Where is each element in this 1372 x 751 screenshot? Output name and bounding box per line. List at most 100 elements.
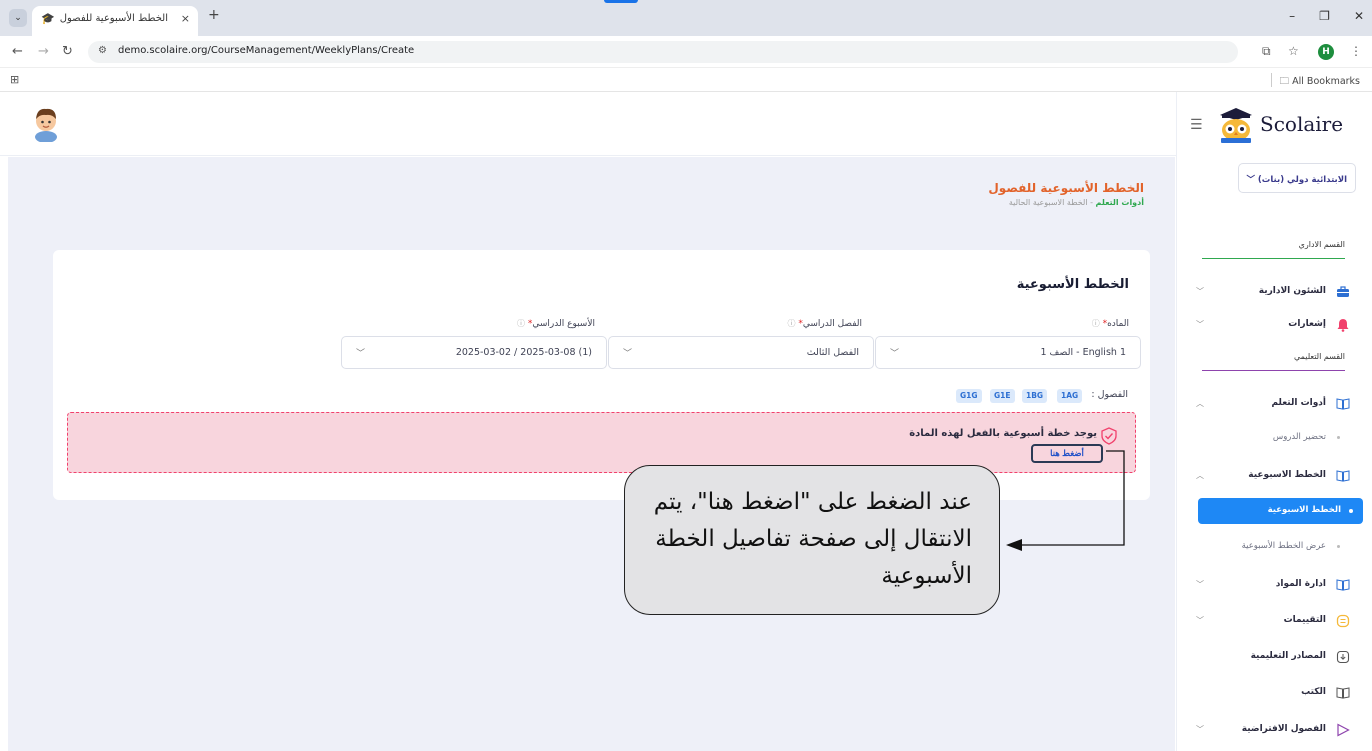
subject-label-text: الماده [1107, 319, 1129, 329]
sidebar-item-label: المصادر التعليمية [1250, 651, 1326, 661]
all-bookmarks-link[interactable]: 🗀 All Bookmarks [1280, 74, 1360, 90]
browser-tab[interactable]: 🎓 الخطط الأسبوعية للفصول × [32, 6, 198, 36]
bookmarks-bar: ⊞ 🗀 All Bookmarks [0, 68, 1372, 92]
page-title: الخطط الأسبوعية للفصول [988, 181, 1144, 195]
section-edu-rule [1202, 370, 1345, 371]
info-icon[interactable]: ⓘ [517, 319, 525, 328]
reload-icon[interactable]: ↻ [62, 44, 73, 59]
browser-menu-icon[interactable]: ⋮ [1350, 44, 1362, 58]
folder-icon: 🗀 [1279, 76, 1293, 87]
breadcrumb-current: الخطة الاسبوعية الحالية [1008, 198, 1088, 207]
breadcrumb-learning-tools[interactable]: أدوات التعلم [1096, 198, 1144, 207]
week-label: الأسبوع الدراسي* ⓘ [517, 318, 595, 329]
message-icon [1336, 614, 1350, 628]
scolaire-logo: Scolaire [1216, 108, 1356, 144]
click-here-link[interactable]: أضغط هنا [1031, 444, 1103, 463]
url-text: demo.scolaire.org/CourseManagement/Weekl… [118, 45, 415, 56]
sidebar-item-label: الخطط الاسبوعية [1248, 470, 1326, 480]
close-window-icon[interactable]: ✕ [1354, 9, 1364, 23]
browser-tabbar: ⌄ 🎓 الخطط الأسبوعية للفصول × + – ❐ ✕ [0, 0, 1372, 36]
back-icon[interactable]: ← [12, 44, 23, 59]
term-label: الفصل الدراسي* ⓘ [787, 318, 862, 329]
sidebar-subitem-weekly-plans-active[interactable]: الخطط الاسبوعية [1198, 498, 1363, 524]
chevron-down-icon: ﹀ [1196, 580, 1204, 589]
book-open-icon [1336, 398, 1350, 410]
bookmarks-separator [1271, 73, 1272, 87]
book-open-icon [1336, 579, 1350, 591]
bookmark-star-icon[interactable]: ☆ [1288, 44, 1299, 58]
class-chip: 1BG [1022, 389, 1048, 403]
sidebar-item-admin-affairs[interactable]: الشئون الادارية ﹀ [1190, 283, 1354, 303]
sidebar-item-virtual-classes[interactable]: الفصول الافتراضية ﹀ [1190, 721, 1354, 741]
existing-plan-alert [67, 412, 1136, 473]
sidebar-item-label: التقييمات [1283, 615, 1326, 625]
sidebar-item-learning-tools[interactable]: أدوات التعلم ︿ [1190, 395, 1354, 415]
sidebar-subitem-label: عرض الخطط الأسبوعية [1241, 541, 1326, 551]
sidebar-item-subjects-management[interactable]: ادارة المواد ﹀ [1190, 576, 1354, 596]
subject-select[interactable]: 1 English - الصف 1 ﹀ [875, 336, 1141, 369]
sidebar-item-label: الكتب [1301, 687, 1326, 697]
info-icon[interactable]: ⓘ [787, 319, 795, 328]
sidebar-item-notifications[interactable]: إشعارات ﹀ [1190, 316, 1354, 336]
chevron-down-icon: ﹀ [1196, 616, 1204, 625]
sidebar-item-label: الفصول الافتراضية [1241, 724, 1326, 734]
app-header [0, 92, 1176, 156]
term-select[interactable]: الفصل الثالث ﹀ [608, 336, 874, 369]
sidebar-toggle-icon[interactable]: ☰ [1190, 117, 1203, 133]
scolaire-favicon-icon: 🎓 [41, 12, 55, 25]
chevron-down-icon: ﹀ [1196, 287, 1204, 296]
class-chip: G1G [956, 389, 982, 403]
chevron-down-icon: ﹀ [623, 349, 633, 359]
logo-text: Scolaire [1260, 112, 1344, 136]
play-icon [1337, 723, 1350, 737]
card-title: الخطط الأسبوعية [1016, 277, 1129, 292]
chevron-down-icon: ﹀ [1246, 175, 1255, 185]
sidebar-item-assessments[interactable]: التقييمات ﹀ [1190, 612, 1354, 632]
week-label-text: الأسبوع الدراسي [532, 319, 595, 329]
new-tab-button[interactable]: + [208, 7, 220, 23]
url-bar[interactable]: ⚙ demo.scolaire.org/CourseManagement/Wee… [88, 41, 1238, 63]
translate-icon[interactable]: ⧉ [1262, 44, 1271, 59]
site-info-icon[interactable]: ⚙ [98, 45, 107, 56]
chevron-down-icon: ﹀ [890, 349, 900, 359]
sidebar-subitem-view-weekly-plans[interactable]: عرض الخطط الأسبوعية [1190, 539, 1354, 557]
download-box-icon [1336, 650, 1350, 664]
forward-icon[interactable]: → [38, 44, 49, 59]
user-avatar[interactable] [32, 104, 60, 142]
sidebar-item-books[interactable]: الكتب [1190, 684, 1354, 704]
school-select[interactable]: الابتدائية دولي (بنات) ﹀ [1238, 163, 1356, 193]
classes-label: الفصول : [1091, 389, 1128, 400]
chevron-up-icon: ︿ [1196, 471, 1204, 480]
class-chip: G1E [990, 389, 1015, 403]
school-name: الابتدائية دولي (بنات) [1257, 175, 1347, 185]
subject-label: الماده* ⓘ [1092, 318, 1129, 329]
section-edu-label: القسم التعليمي [1294, 352, 1345, 361]
sidebar-item-label: إشعارات [1288, 319, 1326, 329]
term-select-value: الفصل الثالث [806, 347, 859, 358]
info-icon[interactable]: ⓘ [1092, 319, 1100, 328]
tab-close-icon[interactable]: × [181, 12, 190, 25]
chevron-down-icon: ﹀ [356, 349, 366, 359]
bullet-dot-icon [1349, 509, 1353, 513]
breadcrumb: أدوات التعلم - الخطة الاسبوعية الحالية [1009, 198, 1144, 207]
apps-grid-icon[interactable]: ⊞ [10, 73, 19, 86]
sidebar-item-label: ادارة المواد [1275, 579, 1326, 589]
sidebar-subitem-label: تحضير الدروس [1272, 432, 1326, 442]
owl-logo-icon [1220, 108, 1252, 143]
week-select[interactable]: (1) 2025-03-08 / 2025-03-02 ﹀ [341, 336, 607, 369]
breadcrumb-separator: - [1090, 198, 1093, 207]
alert-message: يوجد خطة أسبوعية بالفعل لهذه المادة [909, 428, 1097, 439]
tab-title: الخطط الأسبوعية للفصول [59, 13, 168, 24]
callout-text: عند الضغط على "اضغط هنا"، يتم الانتقال إ… [653, 489, 972, 589]
sidebar-item-resources[interactable]: المصادر التعليمية [1190, 648, 1354, 668]
profile-avatar[interactable]: H [1318, 44, 1334, 60]
sidebar-item-weekly-plans[interactable]: الخطط الاسبوعية ︿ [1190, 467, 1354, 487]
restore-icon[interactable]: ❐ [1319, 9, 1330, 23]
address-bar-row: ← → ↻ ⚙ demo.scolaire.org/CourseManageme… [0, 36, 1372, 68]
window-controls: – ❐ ✕ [1289, 9, 1364, 23]
section-admin-rule [1202, 258, 1345, 259]
sidebar-subitem-lesson-prep[interactable]: تحضير الدروس [1190, 430, 1354, 448]
tab-strip-indicator [604, 0, 638, 3]
minimize-icon[interactable]: – [1289, 9, 1295, 23]
tab-search-icon[interactable]: ⌄ [9, 9, 27, 27]
